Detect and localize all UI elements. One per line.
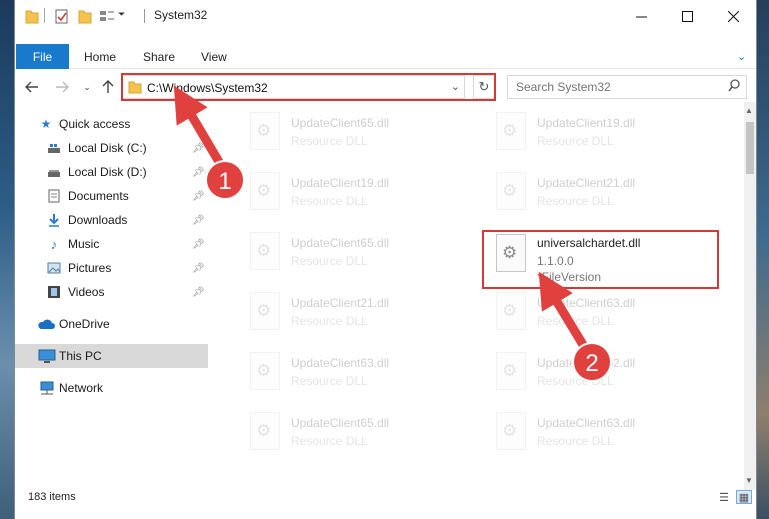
computer-icon: [38, 349, 56, 363]
cloud-icon: [38, 319, 55, 329]
dll-file-icon: ⚙: [496, 292, 526, 330]
forward-button[interactable]: [52, 77, 72, 97]
dll-file-icon: ⚙: [250, 172, 280, 210]
search-icon: [728, 79, 740, 92]
pin-icon: 📌︎: [192, 238, 205, 250]
list-item[interactable]: ⚙ UpdateClient63.dll Resource DLL: [238, 344, 468, 400]
drive-icon: [48, 170, 60, 177]
list-item[interactable]: ⚙ UpdateClient19.dll Resource DLL: [238, 164, 468, 220]
tab-share[interactable]: Share: [143, 44, 175, 69]
star-icon: ★: [40, 117, 52, 131]
sidebar-item-music[interactable]: ♪ Music 📌︎: [15, 232, 208, 256]
dll-file-icon: ⚙: [496, 412, 526, 450]
customize-toolbar-icon[interactable]: ⏷: [118, 9, 125, 25]
tab-view[interactable]: View: [201, 44, 227, 69]
folder-icon: [25, 10, 39, 24]
dll-file-icon: ⚙: [250, 232, 280, 270]
maximize-button[interactable]: [664, 0, 710, 32]
minimize-button[interactable]: [618, 0, 664, 32]
search-input[interactable]: [516, 80, 716, 94]
dll-file-icon: ⚙: [496, 112, 526, 150]
address-highlight-box: [121, 73, 496, 101]
file-highlight-box: [482, 230, 719, 289]
pin-icon: 📌︎: [192, 166, 205, 178]
rename-icon[interactable]: [99, 8, 115, 24]
details-view-icon[interactable]: ☰: [716, 490, 732, 504]
sidebar-item-pictures[interactable]: Pictures 📌︎: [15, 256, 208, 280]
download-icon: [49, 214, 59, 227]
properties-icon[interactable]: [55, 8, 69, 24]
dll-file-icon: ⚙: [250, 112, 280, 150]
scroll-up-icon[interactable]: ▲: [745, 106, 753, 115]
tab-file[interactable]: File: [16, 44, 69, 69]
list-item[interactable]: ⚙ UpdateClient63.dll Resource DLL: [484, 404, 714, 460]
pictures-icon: [47, 262, 61, 274]
dll-file-icon: ⚙: [496, 172, 526, 210]
list-item[interactable]: ⚙ UpdateClient65.dll Resource DLL: [238, 404, 468, 460]
sidebar-item-local-disk-d[interactable]: Local Disk (D:) 📌︎: [15, 160, 208, 184]
dll-file-icon: ⚙: [250, 292, 280, 330]
back-button[interactable]: [22, 77, 42, 97]
navigation-pane: ★ Quick access Local Disk (C:) 📌︎ Local …: [15, 112, 208, 472]
vertical-scrollbar[interactable]: ▲ ▼: [744, 102, 756, 490]
explorer-window: ⏷ System32 File Home Share View ⌄ ⌄ C:\W…: [14, 0, 757, 519]
pin-icon: 📌︎: [192, 262, 205, 274]
list-item[interactable]: ⚙ UpdateClient21.dll Resource DLL: [238, 284, 468, 340]
sidebar-item-documents[interactable]: Documents 📌︎: [15, 184, 208, 208]
videos-icon: [48, 286, 60, 298]
up-button[interactable]: [98, 77, 118, 97]
tiles-view-icon[interactable]: ▦: [736, 490, 752, 504]
window-title: System32: [154, 8, 208, 22]
sidebar-item-downloads[interactable]: Downloads 📌︎: [15, 208, 208, 232]
pin-icon: 📌︎: [192, 142, 205, 154]
ribbon-tabs: File Home Share View ⌄: [15, 44, 756, 69]
pin-icon: 📌︎: [192, 214, 205, 226]
desktop-background-left: [0, 0, 14, 519]
dll-file-icon: ⚙: [496, 352, 526, 390]
list-item[interactable]: ⚙ UpdateClient63.dll Resource DLL: [484, 284, 714, 340]
status-bar: 183 items ☰ ▦: [15, 487, 756, 509]
scroll-thumb[interactable]: [746, 122, 754, 174]
sidebar-item-quick-access[interactable]: ★ Quick access: [15, 112, 208, 136]
scroll-down-icon[interactable]: ▼: [745, 476, 753, 485]
list-item[interactable]: ⚙ UpdateClient65.dll Resource DLL: [238, 224, 468, 280]
dll-file-icon: ⚙: [250, 412, 280, 450]
sidebar-item-onedrive[interactable]: OneDrive: [15, 312, 208, 336]
chevron-down-icon[interactable]: ⌄: [737, 44, 746, 69]
music-icon: ♪: [50, 236, 58, 252]
tab-home[interactable]: Home: [84, 44, 116, 69]
recent-locations-icon[interactable]: ⌄: [77, 77, 97, 97]
documents-icon: [48, 189, 60, 203]
dll-file-icon: ⚙: [250, 352, 280, 390]
pin-icon: 📌︎: [192, 190, 205, 202]
new-folder-icon[interactable]: [78, 8, 92, 24]
list-item[interactable]: ⚙ UpdateClient65.dll Resource DLL: [238, 104, 468, 160]
network-icon: [40, 381, 54, 395]
title-divider: [144, 9, 145, 23]
sidebar-item-videos[interactable]: Videos 📌︎: [15, 280, 208, 304]
sidebar-item-network[interactable]: Network: [15, 376, 208, 400]
title-bar: ⏷ System32: [15, 0, 756, 32]
sidebar-item-this-pc[interactable]: This PC: [15, 344, 208, 368]
drive-icon: [48, 144, 60, 153]
toolbar-divider: [44, 8, 45, 23]
navigation-bar: ⌄ C:\Windows\System32 ⌄ ↻: [15, 72, 756, 102]
search-box[interactable]: [507, 75, 747, 99]
pin-icon: 📌︎: [192, 286, 205, 298]
list-item[interactable]: ⚙ UpdateClient21.dll Resource DLL: [484, 164, 714, 220]
desktop-background-right: [757, 0, 769, 519]
item-count: 183 items: [28, 491, 76, 503]
close-button[interactable]: [710, 0, 756, 32]
list-item[interactable]: ⚙ UpdateClient62.dll Resource DLL: [484, 344, 714, 400]
sidebar-item-local-disk-c[interactable]: Local Disk (C:) 📌︎: [15, 136, 208, 160]
list-item[interactable]: ⚙ UpdateClient19.dll Resource DLL: [484, 104, 714, 160]
